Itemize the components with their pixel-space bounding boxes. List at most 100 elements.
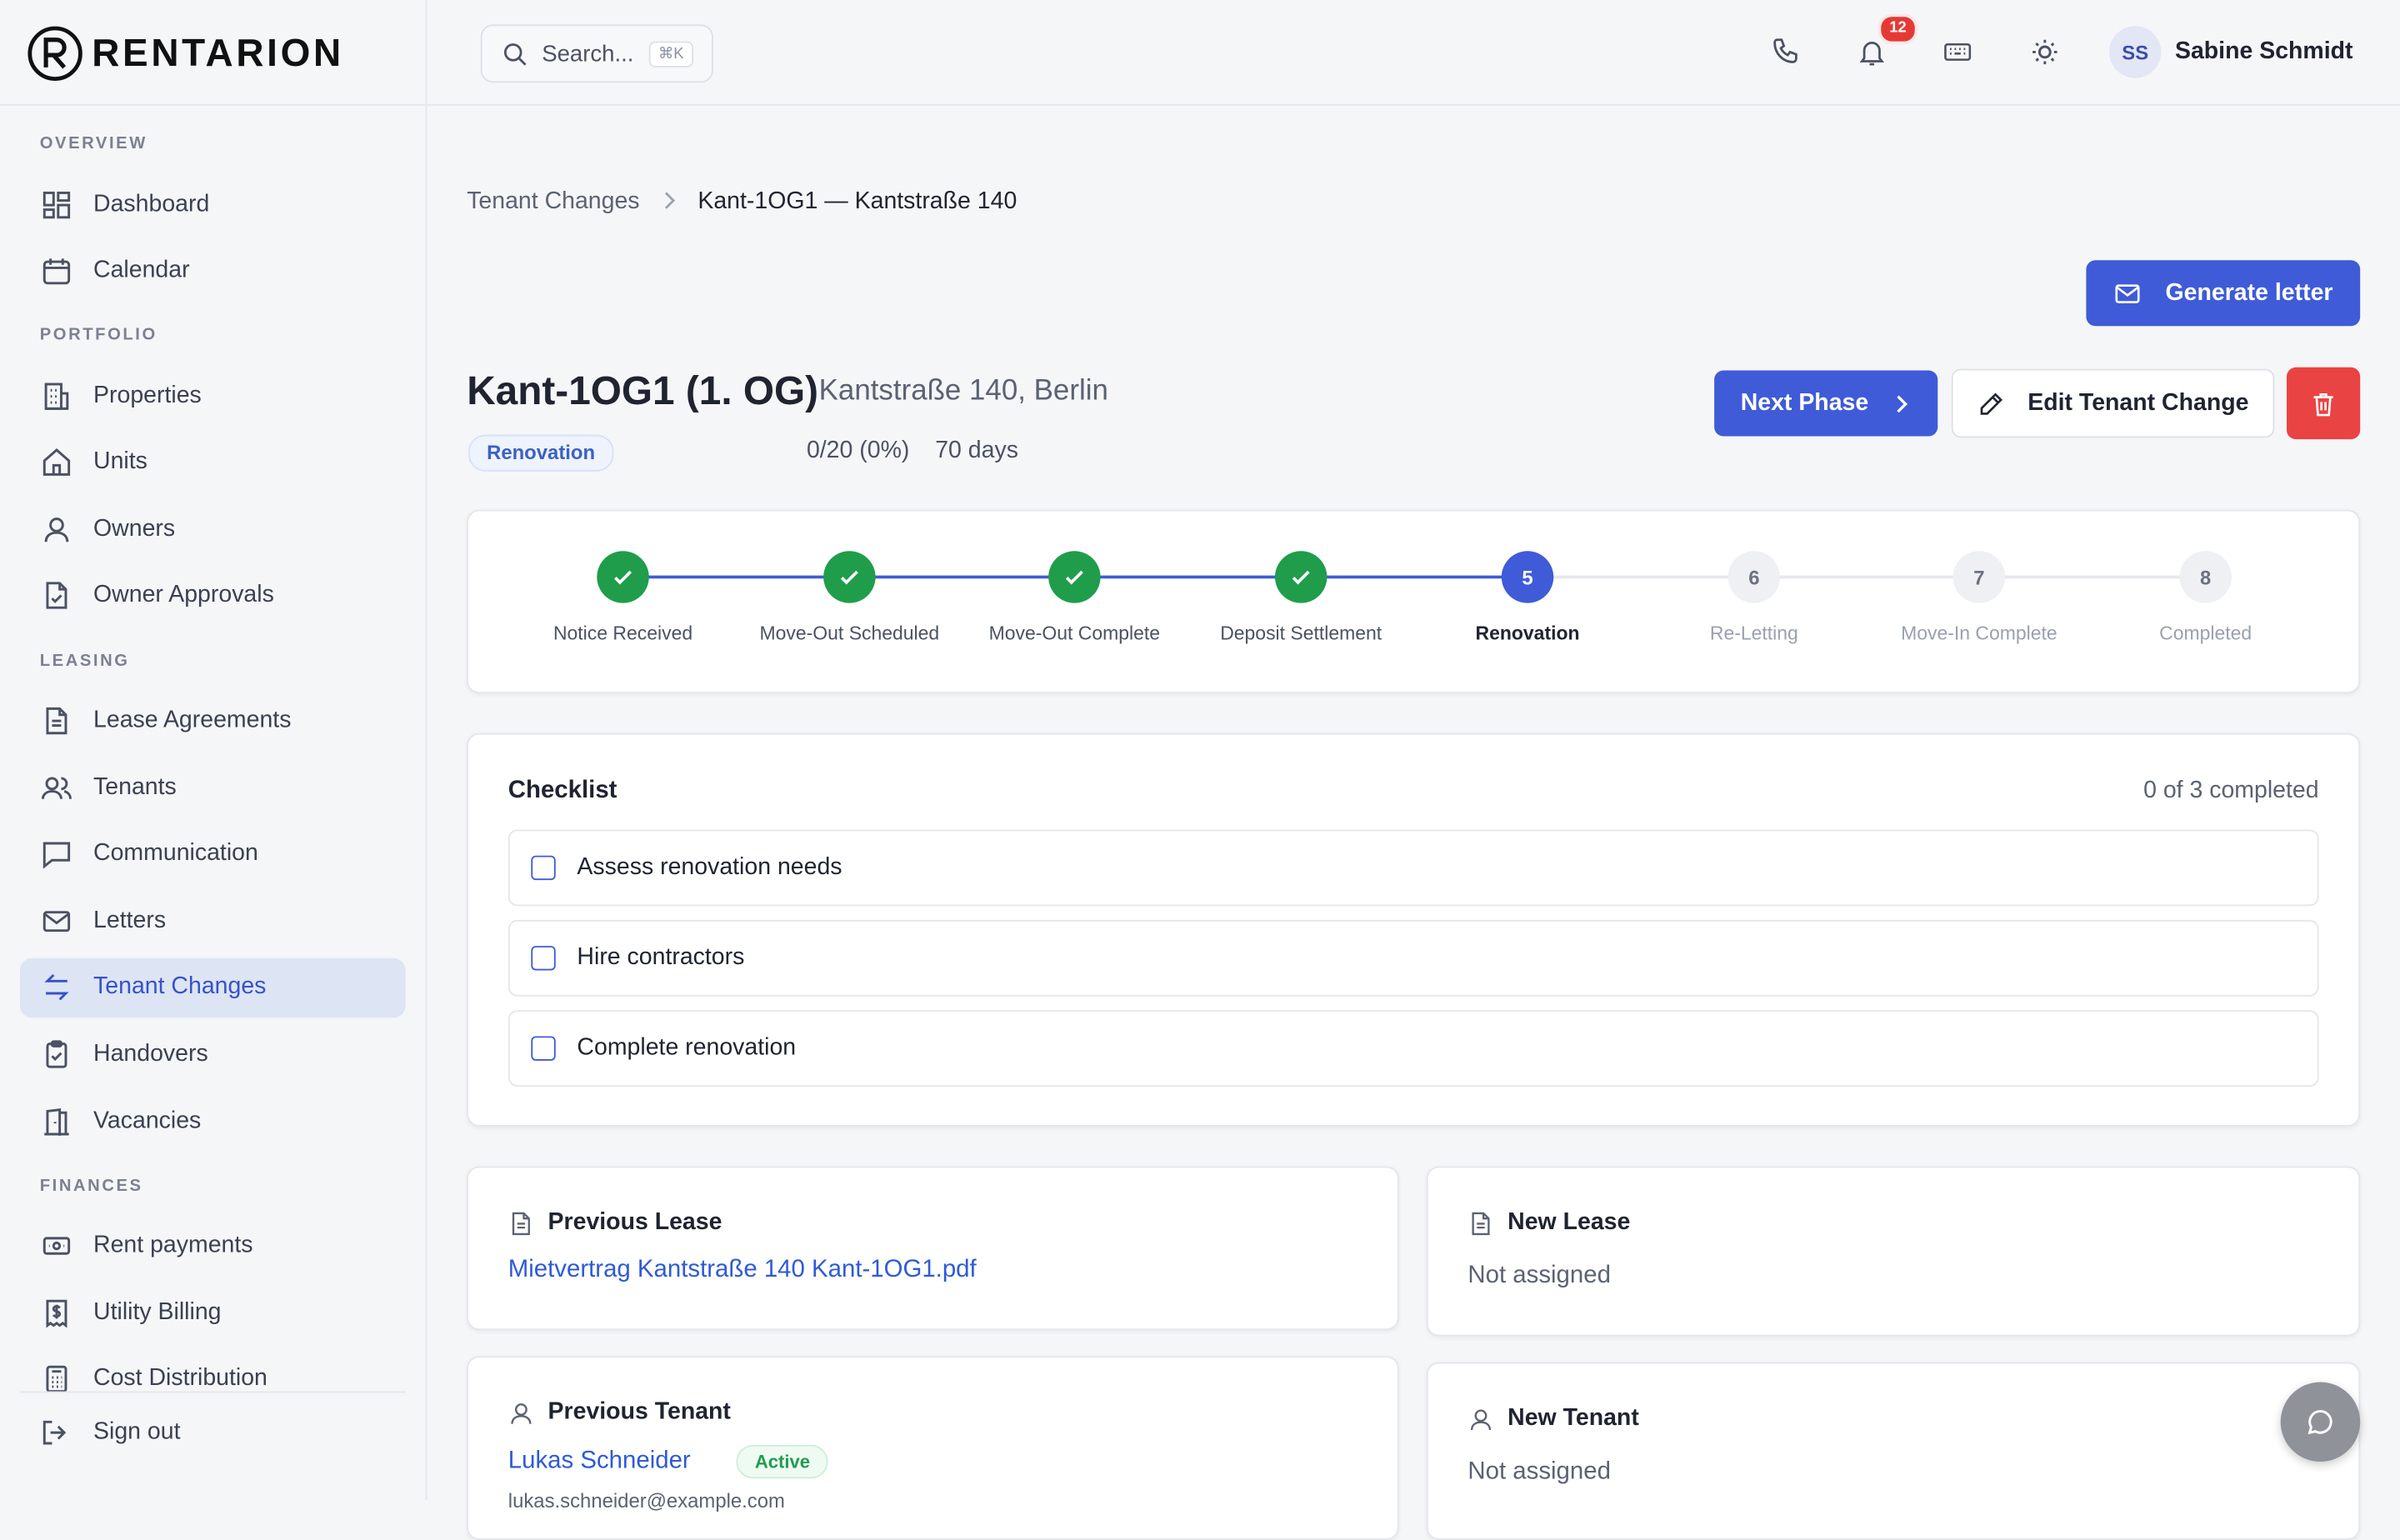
step-label: Deposit Settlement <box>1220 622 1382 645</box>
step-label: Move-Out Scheduled <box>759 622 940 645</box>
sidebar-item-vacancies[interactable]: Vacancies <box>20 1092 406 1152</box>
notification-badge: 12 <box>1878 13 1918 45</box>
checklist-card: Checklist 0 of 3 completed Assess renova… <box>467 732 2361 1127</box>
sidebar-item-communication[interactable]: Communication <box>20 825 406 885</box>
sidebar-item-owners[interactable]: Owners <box>20 499 406 559</box>
mail-icon <box>40 904 73 938</box>
delete-button[interactable] <box>2287 367 2361 440</box>
step-re-letting[interactable]: 6 Re-Letting <box>1647 551 1861 644</box>
checkbox[interactable] <box>531 1036 556 1061</box>
sidebar-item-label: Tenant Changes <box>93 973 267 1001</box>
pencil-icon <box>1980 392 2002 414</box>
edit-tenant-change-label: Edit Tenant Change <box>2028 389 2249 416</box>
banknote-icon <box>40 1229 73 1262</box>
document-icon <box>1472 1211 1490 1235</box>
sidebar-item-label: Tenants <box>93 773 177 800</box>
document-icon <box>40 704 73 738</box>
previous-tenant-email[interactable]: lukas.schneider@example.com <box>508 1489 785 1512</box>
sidebar-item-label: Units <box>93 448 148 475</box>
sidebar-item-tenant-changes[interactable]: Tenant Changes <box>19 958 406 1018</box>
checklist-item[interactable]: Complete renovation <box>508 1010 2319 1088</box>
checklist-item-label: Assess renovation needs <box>577 853 842 881</box>
checkbox[interactable] <box>531 946 556 971</box>
sidebar-divider <box>19 1391 406 1393</box>
sidebar-item-label: Vacancies <box>93 1108 202 1134</box>
step-notice-received[interactable]: Notice Received <box>516 551 730 644</box>
status-badge: Active <box>736 1444 829 1479</box>
sidebar-item-tenants[interactable]: Tenants <box>20 758 406 818</box>
sidebar-item-rent-payments[interactable]: Rent payments <box>20 1217 406 1277</box>
new-lease-value: Not assigned <box>1468 1262 1611 1289</box>
breadcrumb-parent-link[interactable]: Tenant Changes <box>467 188 639 216</box>
avatar[interactable]: SS <box>2108 26 2162 78</box>
sidebar-item-handovers[interactable]: Handovers <box>20 1025 406 1085</box>
phone-icon[interactable] <box>1769 37 1800 68</box>
step-label: Completed <box>2159 622 2252 645</box>
sidebar-item-letters[interactable]: Letters <box>20 892 406 952</box>
user-name[interactable]: Sabine Schmidt <box>2175 38 2353 66</box>
user-icon <box>511 1402 532 1423</box>
step-completed[interactable]: 8 Completed <box>2098 551 2312 644</box>
previous-lease-header: Previous Lease <box>508 1209 722 1237</box>
sidebar-item-properties[interactable]: Properties <box>20 366 406 426</box>
step-label: Re-Letting <box>1709 622 1798 645</box>
sun-icon[interactable] <box>2029 37 2060 68</box>
topbar: Search... ⌘K <box>427 0 2400 106</box>
search-input[interactable]: Search... ⌘K <box>480 24 713 83</box>
page-subtitle-address: Kantstraße 140, Berlin <box>818 374 1108 408</box>
sign-out-button[interactable]: Sign out <box>40 1416 181 1449</box>
chevron-right-icon <box>661 190 676 214</box>
sidebar-item-utility-billing[interactable]: Utility Billing <box>20 1283 406 1343</box>
checklist-item[interactable]: Assess renovation needs <box>508 829 2319 907</box>
checklist-item-label: Complete renovation <box>577 1034 797 1061</box>
sidebar-item-units[interactable]: Units <box>20 432 406 492</box>
previous-tenant-name-link[interactable]: Lukas Schneider <box>508 1448 691 1476</box>
sidebar-item-label: Cost Distribution <box>93 1366 268 1392</box>
step-deposit-settlement[interactable]: Deposit Settlement <box>1194 551 1408 644</box>
sidebar-item-label: Communication <box>93 840 258 868</box>
next-phase-button[interactable]: Next Phase <box>1714 370 1938 437</box>
step-renovation[interactable]: 5 Renovation <box>1420 551 1634 644</box>
sidebar-item-label: Properties <box>93 382 202 408</box>
previous-lease-file-link[interactable]: Mietvertrag Kantstraße 140 Kant-1OG1.pdf <box>508 1257 977 1284</box>
sidebar-item-calendar[interactable]: Calendar <box>20 241 406 301</box>
step-move-out-complete[interactable]: Move-Out Complete <box>968 551 1182 644</box>
section-label-leasing: LEASING <box>39 651 130 670</box>
edit-tenant-change-button[interactable]: Edit Tenant Change <box>1951 368 2275 438</box>
generate-letter-label: Generate letter <box>2165 279 2333 306</box>
next-phase-label: Next Phase <box>1740 389 1869 416</box>
phase-stepper: Notice Received Move-Out Scheduled Move-… <box>467 509 2361 694</box>
check-icon <box>597 551 649 603</box>
sidebar-item-label: Lease Agreements <box>93 707 292 733</box>
checklist-item[interactable]: Hire contractors <box>508 919 2319 997</box>
new-lease-card: New Lease Not assigned <box>1426 1166 2361 1337</box>
sidebar-item-cost-distribution[interactable]: Cost Distribution <box>20 1350 406 1410</box>
users-icon <box>40 771 73 804</box>
generate-letter-button[interactable]: Generate letter <box>2086 260 2361 327</box>
brand-logo[interactable]: RENTARION <box>28 24 344 82</box>
step-label: Notice Received <box>552 622 693 645</box>
building-icon <box>40 379 73 412</box>
keyboard-icon[interactable] <box>1942 37 1973 68</box>
sidebar-item-dashboard[interactable]: Dashboard <box>20 174 406 234</box>
checkbox[interactable] <box>531 855 556 881</box>
sign-out-label: Sign out <box>93 1418 181 1445</box>
sidebar: RENTARION OVERVIEW Dashboard Calendar PO… <box>0 0 428 1500</box>
receipt-icon <box>40 1296 73 1329</box>
sidebar-item-lease-agreements[interactable]: Lease Agreements <box>20 691 406 751</box>
breadcrumb: Tenant Changes Kant-1OG1 — Kantstraße 14… <box>467 188 1017 216</box>
new-lease-title: New Lease <box>1508 1208 1631 1236</box>
step-move-in-complete[interactable]: 7 Move-In Complete <box>1872 551 2086 644</box>
previous-tenant-header: Previous Tenant <box>508 1399 731 1427</box>
sidebar-item-owner-approvals[interactable]: Owner Approvals <box>20 567 406 627</box>
search-icon <box>503 42 527 65</box>
chat-fab-button[interactable] <box>2280 1382 2361 1462</box>
step-label: Move-In Complete <box>1901 622 2058 645</box>
step-move-out-scheduled[interactable]: Move-Out Scheduled <box>742 551 957 644</box>
logo-mark-icon <box>28 26 82 81</box>
door-icon <box>40 1104 73 1138</box>
step-number: 6 <box>1728 551 1781 603</box>
checklist-title: Checklist <box>508 778 618 804</box>
sidebar-item-label: Letters <box>93 907 167 934</box>
step-number: 8 <box>2179 551 2232 603</box>
